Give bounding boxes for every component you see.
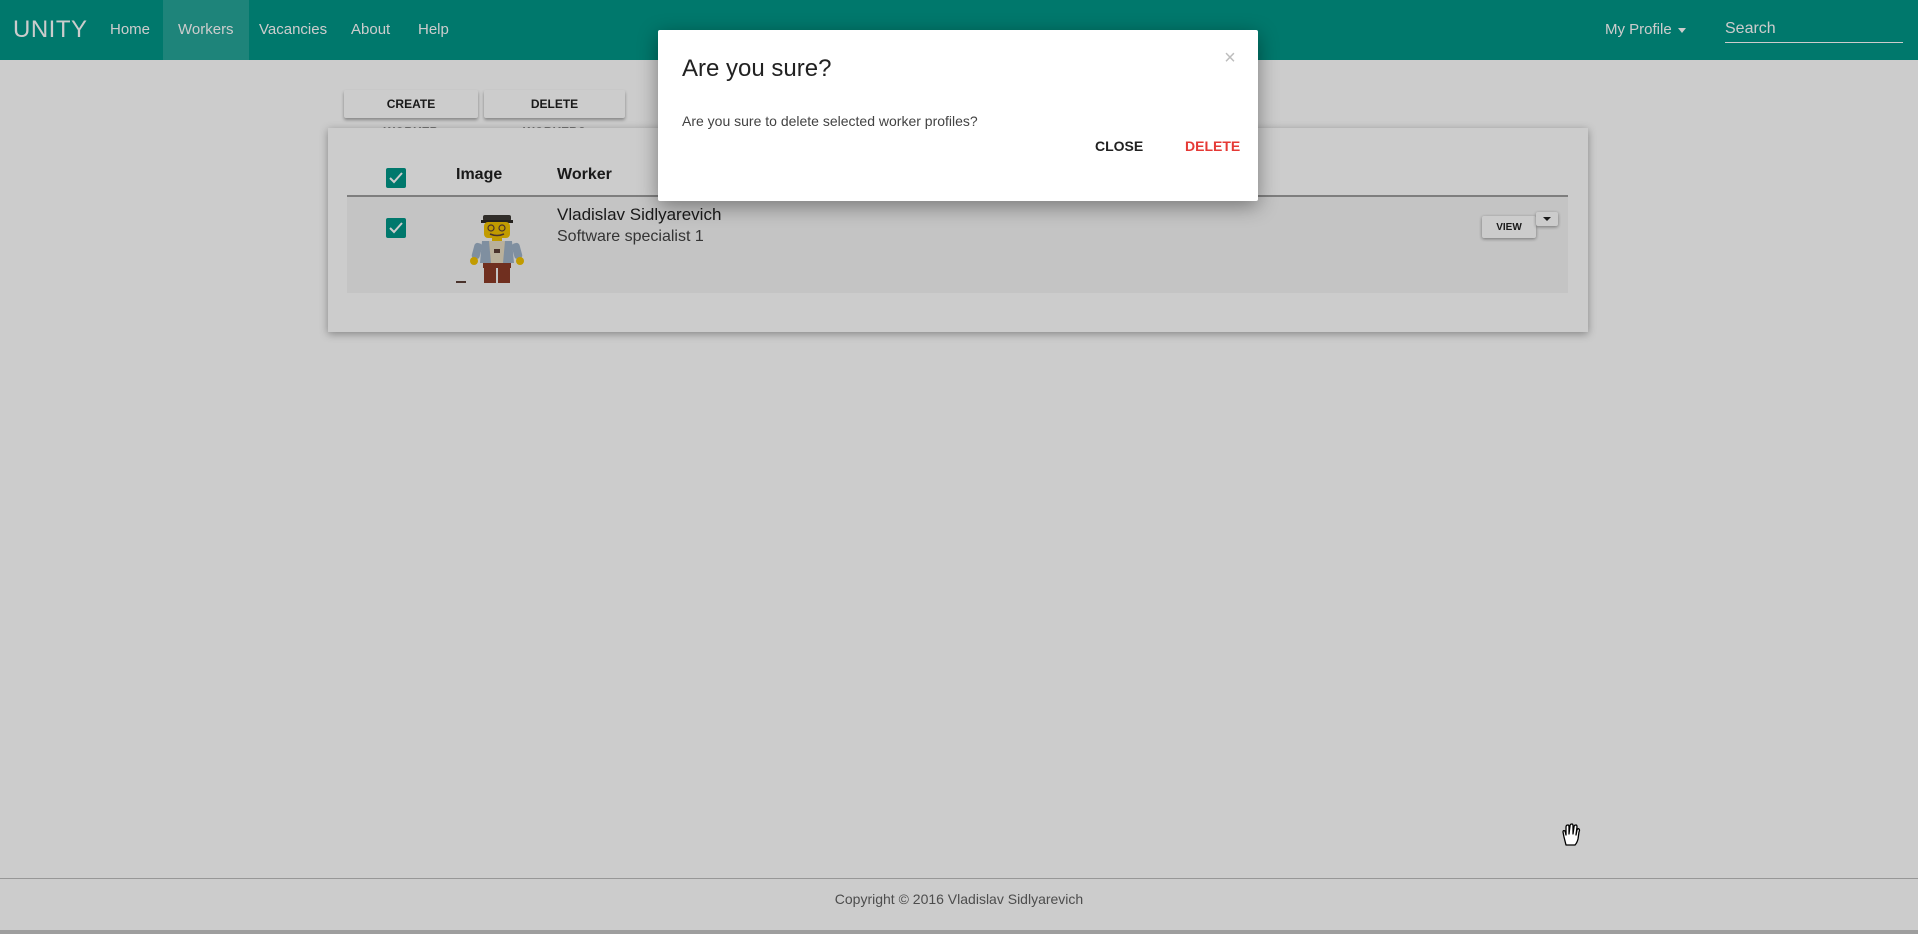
- window-bottom-edge: [0, 930, 1918, 934]
- confirm-delete-dialog: Are you sure? × Are you sure to delete s…: [658, 30, 1258, 201]
- hand-cursor-icon: [1562, 823, 1581, 846]
- confirm-delete-button[interactable]: DELETE: [1179, 128, 1246, 164]
- dialog-title: Are you sure?: [682, 55, 832, 82]
- close-button[interactable]: CLOSE: [1089, 128, 1149, 164]
- dialog-message: Are you sure to delete selected worker p…: [682, 113, 978, 129]
- close-icon[interactable]: ×: [1222, 48, 1238, 68]
